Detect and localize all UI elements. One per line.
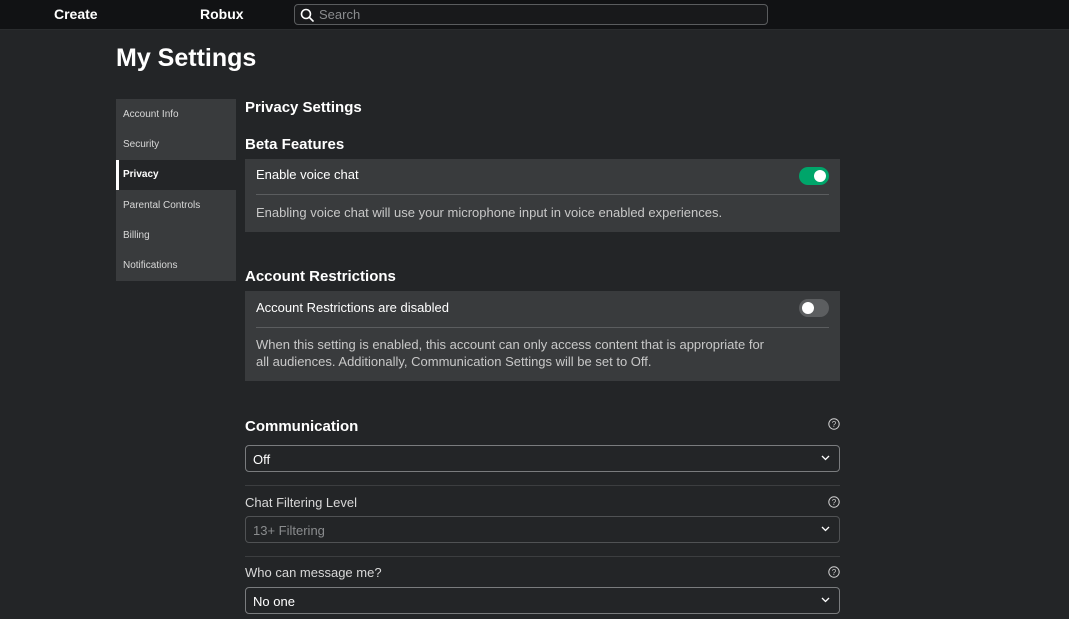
account-restrictions-heading: Account Restrictions [245, 268, 396, 285]
divider [245, 485, 840, 486]
chat-filtering-value: 13+ Filtering [253, 523, 325, 538]
chat-filtering-label: Chat Filtering Level [245, 495, 357, 510]
sidebar-item-account-info[interactable]: Account Info [116, 99, 236, 129]
svg-text:?: ? [832, 420, 837, 429]
sidebar-item-billing[interactable]: Billing [116, 220, 236, 250]
divider [256, 327, 829, 328]
create-link[interactable]: Create [54, 6, 98, 22]
desc-line-1: When this setting is enabled, this accou… [256, 337, 765, 352]
voice-chat-card: Enable voice chat Enabling voice chat wi… [245, 159, 840, 232]
who-can-message-label: Who can message me? [245, 565, 382, 580]
help-icon[interactable]: ? [828, 496, 840, 508]
voice-chat-label: Enable voice chat [256, 167, 359, 182]
account-restrictions-label: Account Restrictions are disabled [256, 300, 449, 315]
desc-line-2: all audiences. Additionally, Communicati… [256, 354, 652, 369]
beta-features-heading: Beta Features [245, 136, 345, 153]
chevron-down-icon [821, 597, 830, 603]
divider [256, 194, 829, 195]
who-can-message-select[interactable]: No one [245, 587, 840, 614]
communication-value: Off [253, 452, 271, 467]
top-navigation-bar: Create Robux [0, 0, 1069, 30]
account-restrictions-toggle[interactable] [799, 299, 829, 317]
help-icon[interactable]: ? [828, 418, 840, 430]
svg-text:?: ? [832, 498, 837, 507]
search-box[interactable] [294, 4, 768, 25]
settings-sidebar: Account Info Security Privacy Parental C… [116, 99, 236, 281]
page-title: My Settings [116, 44, 257, 72]
sidebar-item-security[interactable]: Security [116, 129, 236, 159]
sidebar-item-parental-controls[interactable]: Parental Controls [116, 190, 236, 220]
privacy-settings-heading: Privacy Settings [245, 99, 362, 116]
account-restrictions-card: Account Restrictions are disabled When t… [245, 291, 840, 381]
help-icon[interactable]: ? [828, 566, 840, 578]
chevron-down-icon [821, 455, 830, 461]
sidebar-item-notifications[interactable]: Notifications [116, 250, 236, 280]
account-restrictions-description: When this setting is enabled, this accou… [256, 336, 829, 370]
voice-chat-toggle[interactable] [799, 167, 829, 185]
divider [245, 556, 840, 557]
who-can-message-value: No one [253, 594, 295, 609]
search-icon [300, 8, 314, 22]
svg-text:?: ? [832, 568, 837, 577]
sidebar-item-privacy[interactable]: Privacy [116, 159, 236, 190]
voice-chat-description: Enabling voice chat will use your microp… [256, 205, 723, 220]
communication-heading: Communication [245, 418, 359, 435]
communication-select[interactable]: Off [245, 445, 840, 472]
chevron-down-icon [821, 526, 830, 532]
search-input[interactable] [319, 6, 759, 22]
chat-filtering-select[interactable]: 13+ Filtering [245, 516, 840, 543]
robux-link[interactable]: Robux [200, 6, 244, 22]
